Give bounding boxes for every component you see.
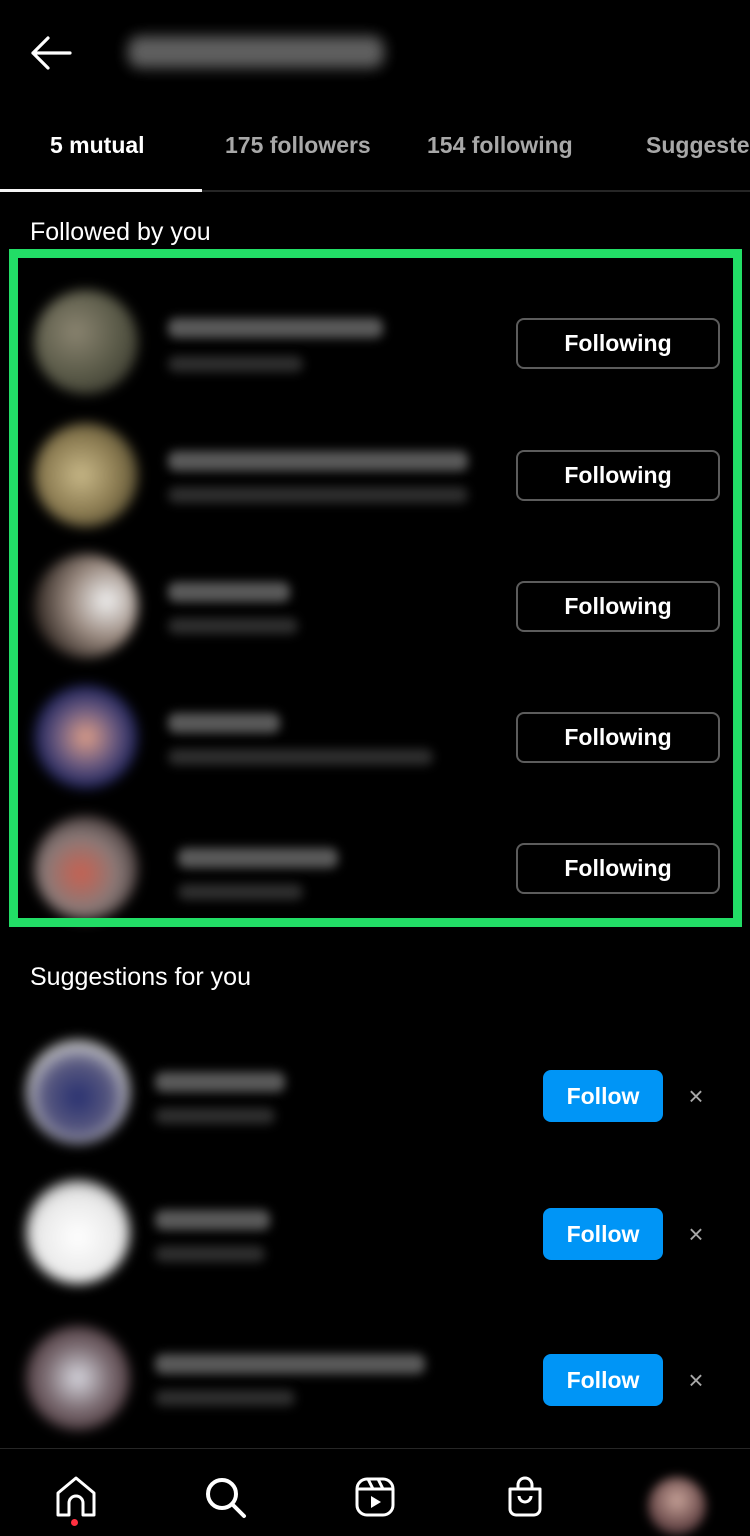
dismiss-suggestion-button[interactable]: ×: [680, 1080, 712, 1112]
following-button[interactable]: Following: [516, 318, 720, 369]
avatar[interactable]: [34, 423, 138, 527]
username-blurred: [155, 1354, 425, 1374]
username-blurred: [168, 318, 383, 338]
fullname-blurred: [155, 1390, 295, 1406]
tab-bar: 5 mutual 175 followers 154 following Sug…: [0, 112, 750, 192]
follow-button[interactable]: Follow: [543, 1208, 663, 1260]
avatar[interactable]: [26, 1180, 130, 1284]
nav-profile-avatar[interactable]: [648, 1477, 706, 1535]
section-title-suggestions: Suggestions for you: [30, 963, 251, 991]
dismiss-suggestion-button[interactable]: ×: [680, 1218, 712, 1250]
nav-search[interactable]: [201, 1473, 249, 1521]
following-button[interactable]: Following: [516, 843, 720, 894]
list-item[interactable]: Following: [0, 677, 750, 797]
avatar[interactable]: [34, 554, 138, 658]
nav-shop[interactable]: [501, 1473, 549, 1521]
username-blurred: [178, 848, 338, 868]
avatar[interactable]: [26, 1326, 130, 1430]
search-icon: [206, 1478, 246, 1518]
dismiss-suggestion-button[interactable]: ×: [680, 1364, 712, 1396]
shop-icon: [508, 1476, 542, 1517]
section-title-followed: Followed by you: [30, 218, 211, 246]
suggestion-item[interactable]: Follow ×: [0, 1174, 750, 1294]
nav-reels[interactable]: [351, 1473, 399, 1521]
tab-suggested[interactable]: Suggested: [646, 132, 750, 159]
top-bar: [0, 0, 750, 108]
suggestion-item[interactable]: Follow ×: [0, 1036, 750, 1156]
follow-button[interactable]: Follow: [543, 1070, 663, 1122]
tab-following[interactable]: 154 following: [427, 132, 573, 159]
reels-icon: [355, 1477, 395, 1517]
username-blurred: [168, 451, 468, 471]
list-item[interactable]: Following: [0, 808, 750, 928]
fullname-blurred: [155, 1246, 265, 1262]
list-item[interactable]: Following: [0, 415, 750, 535]
list-item[interactable]: Following: [0, 284, 750, 404]
fullname-blurred: [168, 487, 468, 503]
fullname-blurred: [178, 884, 303, 900]
arrow-left-icon: [31, 36, 72, 70]
nav-home[interactable]: [52, 1473, 100, 1521]
bottom-navigation: [0, 1448, 750, 1536]
avatar[interactable]: [26, 1040, 130, 1144]
active-tab-indicator: [0, 189, 202, 192]
profile-username-blurred: [128, 36, 384, 68]
avatar[interactable]: [34, 685, 138, 789]
tab-mutual[interactable]: 5 mutual: [50, 132, 145, 159]
username-blurred: [155, 1210, 270, 1230]
tab-followers[interactable]: 175 followers: [225, 132, 371, 159]
fullname-blurred: [168, 749, 433, 765]
fullname-blurred: [155, 1108, 275, 1124]
following-button[interactable]: Following: [516, 712, 720, 763]
home-icon: [56, 1476, 96, 1517]
list-item[interactable]: Following: [0, 546, 750, 666]
fullname-blurred: [168, 618, 298, 634]
username-blurred: [168, 713, 280, 733]
following-button[interactable]: Following: [516, 450, 720, 501]
follow-button[interactable]: Follow: [543, 1354, 663, 1406]
username-blurred: [168, 582, 290, 602]
back-button[interactable]: [28, 34, 74, 72]
avatar[interactable]: [34, 290, 138, 394]
avatar[interactable]: [34, 816, 138, 920]
suggestion-item[interactable]: Follow ×: [0, 1320, 750, 1440]
fullname-blurred: [168, 356, 303, 372]
username-blurred: [155, 1072, 285, 1092]
notification-dot: [71, 1519, 78, 1526]
following-button[interactable]: Following: [516, 581, 720, 632]
